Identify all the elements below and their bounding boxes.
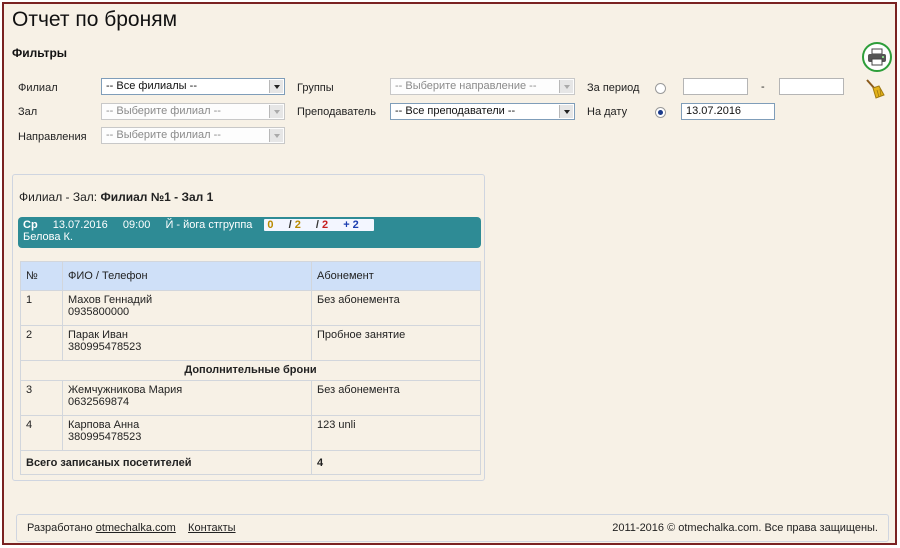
row-phone: 0632569874 (68, 396, 130, 408)
footer-left: Разработано otmechalka.com Контакты (27, 522, 236, 534)
chevron-down-icon (269, 105, 283, 118)
col-name-phone: ФИО / Телефон (62, 261, 312, 291)
total-row: Всего записаных посетителей 4 (20, 450, 481, 475)
session-day: Ср (23, 219, 38, 231)
developed-by-label: Разработано (27, 522, 93, 534)
count-d: + 2 (343, 219, 359, 231)
chevron-down-icon (559, 105, 573, 118)
row-phone: 0935800000 (68, 306, 130, 318)
period-dash: - (761, 81, 765, 93)
direction-select-value: -- Выберите филиал -- (106, 129, 221, 141)
row-phone: 380995478523 (68, 341, 142, 353)
report-panel: Филиал - Зал: Филиал №1 - Зал 1 Ср 13.07… (12, 174, 485, 481)
chevron-down-icon (269, 80, 283, 93)
row-number: 4 (20, 415, 63, 451)
developer-link[interactable]: otmechalka.com (96, 522, 176, 534)
count-b: 2 (294, 219, 301, 231)
direction-label: Направления (18, 131, 87, 143)
period-radio[interactable] (655, 83, 666, 94)
date-label: На дату (587, 106, 628, 118)
row-name: Махов Геннадий (68, 294, 153, 306)
row-number: 1 (20, 290, 63, 326)
period-to-input[interactable] (779, 78, 844, 95)
row-subscription: Без абонемента (311, 380, 481, 416)
session-group: Й - йога стгруппа (165, 219, 253, 231)
filters-title: Фильтры (12, 46, 68, 60)
session-counts-badge: 0 / 2 / 2 + 2 (264, 219, 374, 231)
row-subscription: 123 unli (311, 415, 481, 451)
table-row: 2 Парак Иван 380995478523 Пробное заняти… (20, 325, 481, 361)
teacher-select[interactable]: -- Все преподаватели -- (390, 103, 575, 120)
page-frame: Отчет по броням Фильтры Филиал -- Все фи… (2, 2, 897, 545)
table-header: № ФИО / Телефон Абонемент (20, 261, 481, 291)
col-number: № (20, 261, 63, 291)
period-label: За период (587, 82, 640, 94)
footer: Разработано otmechalka.com Контакты 2011… (16, 514, 889, 542)
row-name-phone: Жемчужникова Мария 0632569874 (62, 380, 312, 416)
page-title: Отчет по броням (12, 8, 178, 31)
total-value: 4 (311, 450, 481, 475)
row-name-phone: Карпова Анна 380995478523 (62, 415, 312, 451)
hall-select-value: -- Выберите филиал -- (106, 105, 221, 117)
groups-label: Группы (297, 82, 334, 94)
branch-select-value: -- Все филиалы -- (106, 80, 197, 92)
col-subscription: Абонемент (311, 261, 481, 291)
row-name-phone: Парак Иван 380995478523 (62, 325, 312, 361)
hall-select[interactable]: -- Выберите филиал -- (101, 103, 285, 120)
session-info: Ср 13.07.2016 09:00 Й - йога стгруппа 0 /… (23, 219, 476, 231)
count-a: 0 (267, 219, 274, 231)
branch-prefix: Филиал - Зал: (19, 190, 98, 204)
row-name: Парак Иван (68, 329, 128, 341)
row-name-phone: Махов Геннадий 0935800000 (62, 290, 312, 326)
row-number: 3 (20, 380, 63, 416)
print-button[interactable] (862, 42, 892, 72)
row-name: Карпова Анна (68, 419, 140, 431)
period-from-input[interactable] (683, 78, 748, 95)
extra-bookings-separator: Дополнительные брони (20, 360, 481, 381)
row-phone: 380995478523 (68, 431, 142, 443)
row-name: Жемчужникова Мария (68, 384, 183, 396)
branch-hall-line: Филиал - Зал: Филиал №1 - Зал 1 (19, 190, 213, 204)
session-teacher: Белова К. (23, 231, 73, 243)
row-subscription: Без абонемента (311, 290, 481, 326)
extra-bookings-title: Дополнительные брони (20, 360, 481, 381)
teacher-select-value: -- Все преподаватели -- (395, 105, 516, 117)
session-time: 09:00 (122, 219, 151, 231)
groups-select-value: -- Выберите направление -- (395, 80, 537, 92)
copyright: 2011-2016 © otmechalka.com. Все права за… (612, 522, 878, 534)
broom-icon (866, 79, 885, 99)
direction-select[interactable]: -- Выберите филиал -- (101, 127, 285, 144)
teacher-label: Преподаватель (297, 106, 376, 118)
clear-filters-button[interactable] (864, 78, 886, 100)
branch-label: Филиал (18, 82, 58, 94)
hall-label: Зал (18, 106, 38, 118)
chevron-down-icon (269, 129, 283, 142)
total-label: Всего записаных посетителей (20, 450, 312, 475)
session-date: 13.07.2016 (52, 219, 108, 231)
row-subscription: Пробное занятие (311, 325, 481, 361)
row-number: 2 (20, 325, 63, 361)
attendees-table: № ФИО / Телефон Абонемент 1 Махов Геннад… (20, 261, 481, 475)
chevron-down-icon (559, 80, 573, 93)
date-input[interactable]: 13.07.2016 (681, 103, 775, 120)
session-header[interactable]: Ср 13.07.2016 09:00 Й - йога стгруппа 0 /… (18, 217, 481, 248)
printer-icon (868, 48, 886, 66)
branch-hall-name: Филиал №1 - Зал 1 (100, 190, 214, 204)
date-radio[interactable] (655, 107, 666, 118)
groups-select[interactable]: -- Выберите направление -- (390, 78, 575, 95)
contacts-link[interactable]: Контакты (188, 522, 236, 534)
table-row: 1 Махов Геннадий 0935800000 Без абонемен… (20, 290, 481, 326)
branch-select[interactable]: -- Все филиалы -- (101, 78, 285, 95)
table-row: 3 Жемчужникова Мария 0632569874 Без абон… (20, 380, 481, 416)
count-c: 2 (322, 219, 329, 231)
table-row: 4 Карпова Анна 380995478523 123 unli (20, 415, 481, 451)
